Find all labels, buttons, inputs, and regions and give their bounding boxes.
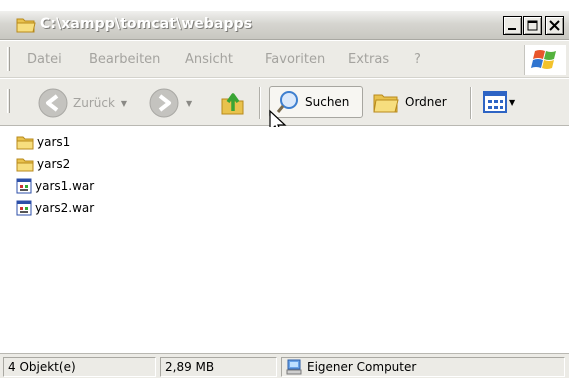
- close-icon: [549, 20, 560, 31]
- status-size-text: 2,89 MB: [165, 360, 215, 374]
- up-folder-icon: [221, 93, 244, 115]
- folders-label: Ordner: [405, 95, 447, 109]
- windows-logo: [524, 45, 566, 75]
- status-object-count: 4 Objekt(e): [3, 357, 156, 377]
- toolbar-separator: [259, 87, 261, 119]
- back-arrow-icon: [38, 88, 68, 118]
- toolbar-grip[interactable]: [7, 89, 10, 113]
- status-location: Eigener Computer: [281, 357, 565, 377]
- my-computer-icon: [286, 359, 302, 375]
- views-button[interactable]: ▼: [483, 91, 515, 113]
- maximize-button[interactable]: [523, 16, 542, 35]
- file-name: yars1.war: [35, 179, 95, 193]
- menu-help[interactable]: ?: [414, 52, 421, 67]
- status-location-text: Eigener Computer: [307, 360, 417, 374]
- file-name: yars1: [37, 135, 71, 149]
- list-item[interactable]: yars2: [16, 154, 70, 174]
- list-item[interactable]: yars1: [16, 132, 70, 152]
- file-name: yars2: [37, 157, 71, 171]
- menu-datei[interactable]: Datei: [27, 52, 62, 67]
- menu-grip[interactable]: [7, 47, 10, 71]
- status-objects-text: 4 Objekt(e): [8, 360, 76, 374]
- menu-favoriten[interactable]: Favoriten: [265, 52, 325, 67]
- war-file-icon: [16, 200, 32, 216]
- menu-bearbeiten[interactable]: Bearbeiten: [89, 52, 160, 67]
- close-button[interactable]: [545, 16, 564, 35]
- search-label: Suchen: [305, 95, 350, 109]
- title-bar[interactable]: C:\xampp\tomcat\webapps: [0, 10, 569, 40]
- back-label: Zurück: [73, 96, 115, 110]
- folder-icon: [16, 18, 36, 33]
- file-name: yars2.war: [35, 201, 95, 215]
- war-file-icon: [16, 178, 32, 194]
- menu-extras[interactable]: Extras: [348, 52, 389, 67]
- minimize-button[interactable]: [503, 16, 522, 35]
- views-icon: [483, 91, 507, 113]
- maximize-icon: [527, 20, 538, 31]
- forward-button[interactable]: ▼: [148, 87, 192, 119]
- up-folder-button[interactable]: [219, 89, 247, 117]
- windows-flag-icon: [531, 50, 556, 69]
- back-button[interactable]: Zurück ▼: [37, 87, 127, 119]
- status-bar: 4 Objekt(e) 2,89 MB Eigener Computer: [0, 353, 569, 378]
- menu-bar: Datei Bearbeiten Ansicht Favoriten Extra…: [0, 41, 569, 78]
- back-dropdown-icon[interactable]: ▼: [121, 99, 127, 108]
- menu-ansicht[interactable]: Ansicht: [185, 52, 233, 67]
- forward-arrow-icon: [149, 88, 179, 118]
- folders-button[interactable]: Ordner: [372, 89, 447, 115]
- list-item[interactable]: yars1.war: [16, 176, 94, 196]
- status-size: 2,89 MB: [160, 357, 277, 377]
- window-title: C:\xampp\tomcat\webapps: [40, 16, 253, 32]
- file-list[interactable]: yars1 yars2 yars1.war yars2.war: [0, 127, 569, 353]
- views-dropdown-icon[interactable]: ▼: [509, 98, 515, 107]
- list-item[interactable]: yars2.war: [16, 198, 94, 218]
- folder-icon: [16, 136, 34, 149]
- folders-icon: [373, 94, 399, 113]
- forward-dropdown-icon[interactable]: ▼: [186, 99, 192, 108]
- folder-icon: [16, 158, 34, 171]
- toolbar-separator: [470, 87, 472, 119]
- minimize-icon: [508, 28, 516, 30]
